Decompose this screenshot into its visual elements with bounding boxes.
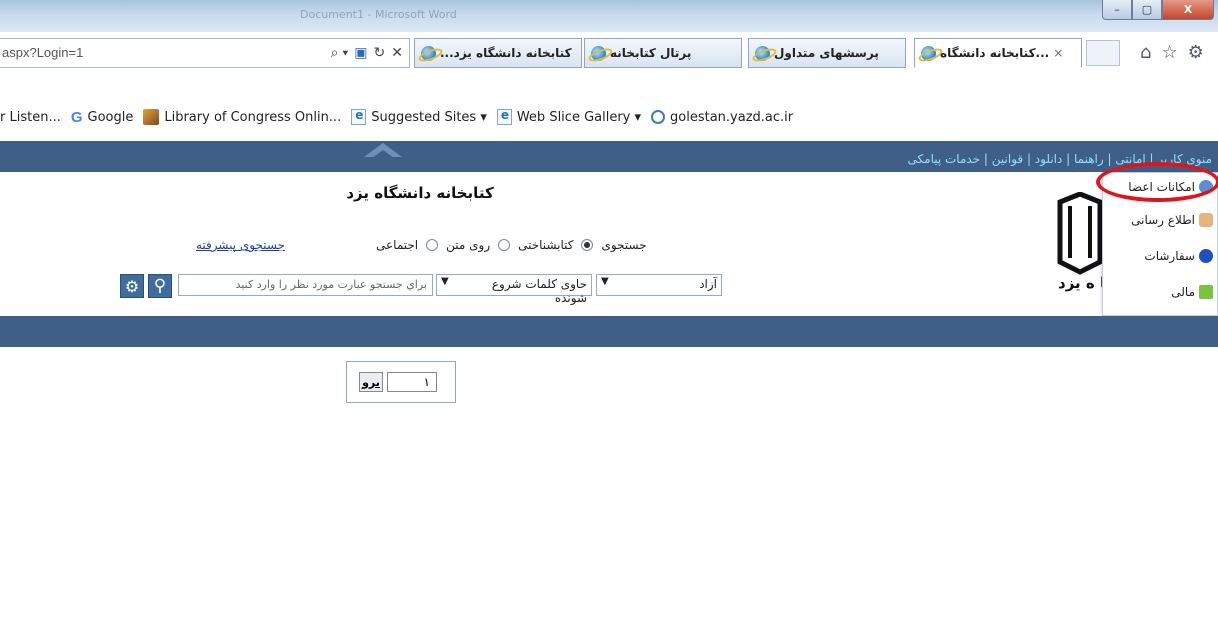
money-icon xyxy=(1199,285,1213,299)
favorites-star-icon[interactable]: ☆ xyxy=(1161,42,1177,63)
tab-library[interactable]: پرتال كتابخانه xyxy=(584,38,742,68)
field-select[interactable]: آزاد ▼ xyxy=(596,274,722,296)
command-icons: ⌂ ☆ ⚙ xyxy=(1140,42,1204,63)
maximize-button[interactable]: ▢ xyxy=(1132,0,1162,20)
chevron-inner xyxy=(372,150,394,158)
search-dropdown-icon[interactable]: ⌕ ▾ xyxy=(331,44,349,61)
address-text: aspx?Login=1 xyxy=(2,45,84,60)
info-icon xyxy=(1199,249,1213,263)
site-bottom-bar xyxy=(0,316,1218,347)
ie-icon xyxy=(921,45,936,61)
favorites-bar: r Listen... G Google Library of Congress … xyxy=(0,104,1218,130)
favorite-item-suggested[interactable]: Suggested Sites ▾ xyxy=(351,108,487,125)
new-tab-button[interactable] xyxy=(1086,40,1120,66)
search-type-label: جستجوی xyxy=(601,238,647,252)
gear-icon: ⚙ xyxy=(124,276,140,296)
highlight-ring xyxy=(1096,162,1218,202)
compatibility-icon[interactable]: ▣ xyxy=(354,44,367,61)
option-fulltext-label: روی متن xyxy=(446,238,491,252)
window-title: Document1 - Microsoft Word xyxy=(300,8,457,21)
favorite-label: Web Slice Gallery ▾ xyxy=(516,109,642,125)
menu-item-info[interactable]: اطلاع رسانی xyxy=(1131,209,1213,231)
chevron-down-icon: ▼ xyxy=(441,276,449,287)
chevron-down-icon: ▼ xyxy=(601,276,609,287)
tab-label: كتابخانه دانشگاه يزد... xyxy=(440,46,572,60)
ie-icon xyxy=(755,45,770,61)
tab-faq[interactable]: پرسشهای متداول xyxy=(748,38,906,68)
search-type-options: جستجوی كتابشناختی روی متن اجتماعی xyxy=(376,238,647,252)
favorite-label: Google xyxy=(87,109,134,125)
address-bar[interactable]: aspx?Login=1 ⌕ ▾ ▣ ↻ ✕ xyxy=(0,38,410,68)
favorite-item-google[interactable]: G Google xyxy=(71,109,134,126)
address-controls: ⌕ ▾ ▣ ↻ ✕ xyxy=(331,44,403,61)
menu-item-label: مالی xyxy=(1171,285,1195,299)
radio-fulltext[interactable] xyxy=(498,239,511,251)
favorite-label: r Listen... xyxy=(0,109,61,125)
favorite-label: Library of Congress Onlin... xyxy=(164,109,342,125)
match-select-value: حاوی كلمات شروع شونده xyxy=(491,277,587,305)
search-icon: ⚲ xyxy=(153,276,167,296)
page-title: كتابخانه دانشگاه يزد xyxy=(346,184,494,202)
tab-label: پرسشهای متداول xyxy=(774,46,879,60)
option-bibliographic-label: كتابشناختی xyxy=(518,238,574,252)
match-select[interactable]: حاوی كلمات شروع شونده ▼ xyxy=(436,274,592,305)
person-icon xyxy=(1199,213,1213,227)
page-number-input[interactable]: ١ xyxy=(387,372,437,392)
tab-yazd-library[interactable]: كتابخانه دانشگاه يزد... xyxy=(414,38,582,68)
stop-icon[interactable]: ✕ xyxy=(391,44,403,61)
site-icon xyxy=(651,110,666,124)
window-controls: – ▢ X xyxy=(1102,0,1214,20)
ie-icon xyxy=(591,45,606,61)
page-icon xyxy=(351,108,367,125)
window-titlebar: Document1 - Microsoft Word – ▢ X xyxy=(0,0,1218,32)
field-select-value: آزاد xyxy=(699,277,717,291)
radio-social[interactable] xyxy=(426,239,439,251)
pager: برو ١ xyxy=(346,361,456,403)
search-button[interactable]: ⚲ xyxy=(148,274,172,298)
close-button[interactable]: X xyxy=(1162,0,1214,20)
settings-button[interactable]: ⚙ xyxy=(120,274,144,298)
tab-label: پرتال كتابخانه xyxy=(610,46,692,60)
advanced-search-link[interactable]: جستجوی پیشرفته xyxy=(196,238,285,252)
google-icon: G xyxy=(70,108,83,126)
browser-nav-row: aspx?Login=1 ⌕ ▾ ▣ ↻ ✕ كتابخانه دانشگاه … xyxy=(0,36,1218,74)
tab-university-library[interactable]: × ...كتابخانه دانشگاه xyxy=(914,38,1082,68)
ie-icon xyxy=(421,45,436,61)
go-button[interactable]: برو xyxy=(359,372,383,392)
library-icon xyxy=(143,109,160,125)
favorite-item-golestan[interactable]: golestan.yazd.ac.ir xyxy=(651,110,793,125)
menu-item-label: سفارشات xyxy=(1144,249,1195,263)
favorite-label: Suggested Sites ▾ xyxy=(371,109,487,125)
search-input[interactable]: براي جستجو عبارت مورد نظر را وارد كنيد xyxy=(178,274,433,296)
tab-label: ...كتابخانه دانشگاه xyxy=(940,46,1050,60)
option-social-label: اجتماعی xyxy=(376,238,419,252)
home-icon[interactable]: ⌂ xyxy=(1140,42,1151,63)
favorite-item-webslice[interactable]: Web Slice Gallery ▾ xyxy=(496,108,642,125)
tools-gear-icon[interactable]: ⚙ xyxy=(1188,42,1204,63)
menu-item-financial[interactable]: مالی xyxy=(1171,281,1213,303)
menu-item-label: اطلاع رسانی xyxy=(1131,213,1195,227)
favorite-item-loc[interactable]: Library of Congress Onlin... xyxy=(143,109,341,125)
page-icon xyxy=(496,108,512,125)
radio-bibliographic[interactable] xyxy=(581,239,594,251)
minimize-button[interactable]: – xyxy=(1102,0,1132,20)
menu-item-orders[interactable]: سفارشات xyxy=(1144,245,1213,267)
university-logo xyxy=(1057,192,1103,275)
refresh-icon[interactable]: ↻ xyxy=(374,44,386,61)
tab-close-icon[interactable]: × xyxy=(1053,46,1063,60)
favorite-label: golestan.yazd.ac.ir xyxy=(670,109,794,125)
favorite-item-listen[interactable]: r Listen... xyxy=(0,110,61,125)
site-top-bar: منوی کاربر | امانتی | راهنما | دانلود | … xyxy=(0,141,1218,172)
